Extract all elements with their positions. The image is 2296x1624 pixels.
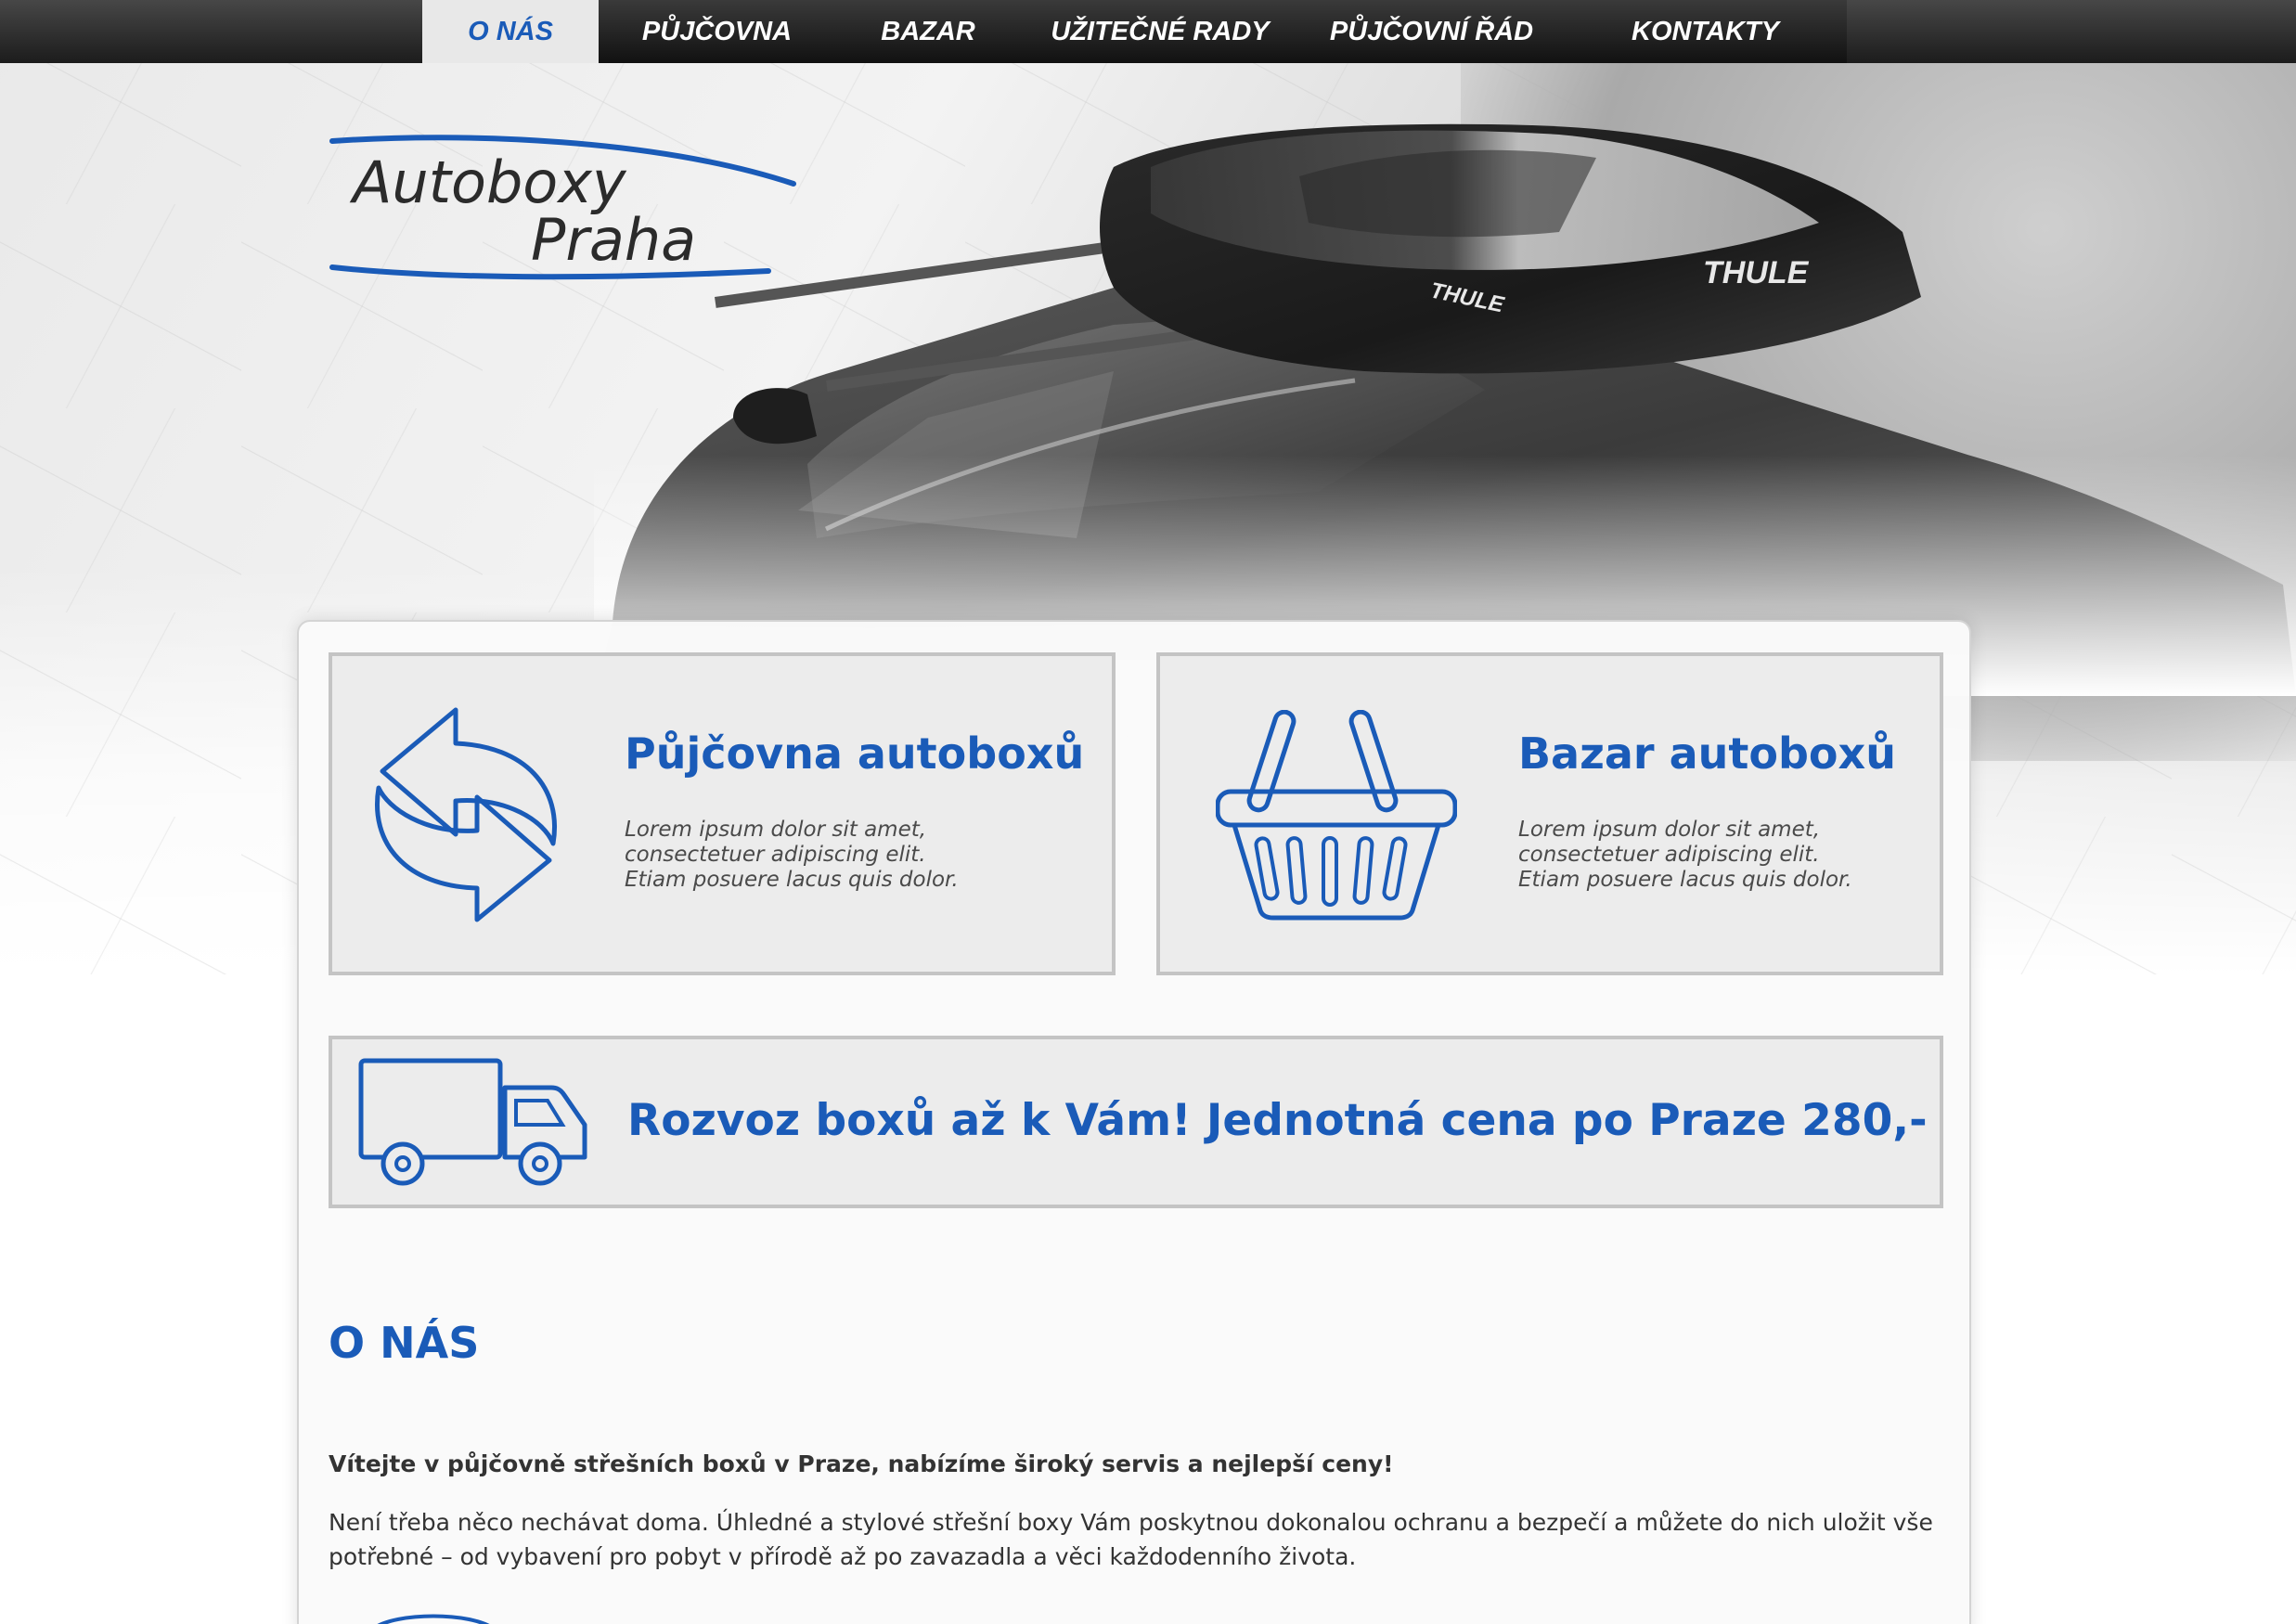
nav-item-o-nas[interactable]: O NÁS bbox=[422, 0, 599, 63]
car-with-roof-box-image: THULE THULE bbox=[594, 123, 2296, 696]
nav-bar-right-fill bbox=[1847, 0, 2296, 63]
about-text: Není třeba něco nechávat doma. Úhledné a… bbox=[329, 1509, 1933, 1570]
rent-box-text-line-1: Lorem ipsum dolor sit amet, bbox=[625, 818, 927, 842]
exchange-arrows-icon bbox=[375, 707, 557, 922]
about-lead: Vítejte v půjčovně střešních boxů v Praz… bbox=[329, 1450, 1394, 1477]
rent-box-text: Lorem ipsum dolor sit amet, consectetuer… bbox=[625, 818, 1014, 893]
bazar-box-title: Bazar autoboxů bbox=[1518, 728, 1896, 779]
nav-bar-left-fill bbox=[0, 0, 422, 63]
rent-box-title: Půjčovna autoboxů bbox=[625, 728, 1085, 779]
bazar-teaser-box[interactable]: Bazar autoboxů Lorem ipsum dolor sit ame… bbox=[1156, 652, 1943, 975]
badge-icon bbox=[377, 1614, 490, 1624]
rent-box-text-line-3: Etiam posuere lacus quis dolor. bbox=[625, 868, 959, 892]
delivery-banner[interactable]: Rozvoz boxů až k Vám! Jednotná cena po P… bbox=[329, 1036, 1943, 1208]
bazar-box-text: Lorem ipsum dolor sit amet, consectetuer… bbox=[1518, 818, 1908, 893]
rent-box-text-line-2: consectetuer adipiscing elit. bbox=[625, 843, 926, 867]
svg-text:Praha: Praha bbox=[531, 206, 696, 274]
rent-teaser-box[interactable]: Půjčovna autoboxů Lorem ipsum dolor sit … bbox=[329, 652, 1116, 975]
bazar-box-text-line-2: consectetuer adipiscing elit. bbox=[1518, 843, 1820, 867]
svg-text:THULE: THULE bbox=[1703, 255, 1810, 290]
autoboxy-praha-logo[interactable]: Autoboxy Praha bbox=[325, 130, 807, 292]
bazar-box-text-line-3: Etiam posuere lacus quis dolor. bbox=[1518, 868, 1852, 892]
delivery-banner-text: Rozvoz boxů až k Vám! Jednotná cena po P… bbox=[627, 1095, 1928, 1146]
nav-item-pujcovna[interactable]: PŮJČOVNA bbox=[599, 0, 835, 63]
nav-item-bazar[interactable]: BAZAR bbox=[835, 0, 1021, 63]
main-navigation: O NÁS PŮJČOVNA BAZAR UŽITEČNÉ RADY PŮJČO… bbox=[422, 0, 1847, 63]
nav-item-uzitecne-rady[interactable]: UŽITEČNÉ RADY bbox=[1021, 0, 1299, 63]
nav-item-pujcovni-rad[interactable]: PŮJČOVNÍ ŘÁD bbox=[1299, 0, 1564, 63]
content-panel: Půjčovna autoboxů Lorem ipsum dolor sit … bbox=[297, 620, 1971, 1624]
delivery-truck-icon bbox=[358, 1058, 587, 1186]
bazar-box-text-line-1: Lorem ipsum dolor sit amet, bbox=[1518, 818, 1821, 842]
shopping-basket-icon bbox=[1216, 710, 1457, 921]
nav-item-kontakty[interactable]: KONTAKTY bbox=[1564, 0, 1847, 63]
about-heading: O NÁS bbox=[329, 1318, 480, 1368]
